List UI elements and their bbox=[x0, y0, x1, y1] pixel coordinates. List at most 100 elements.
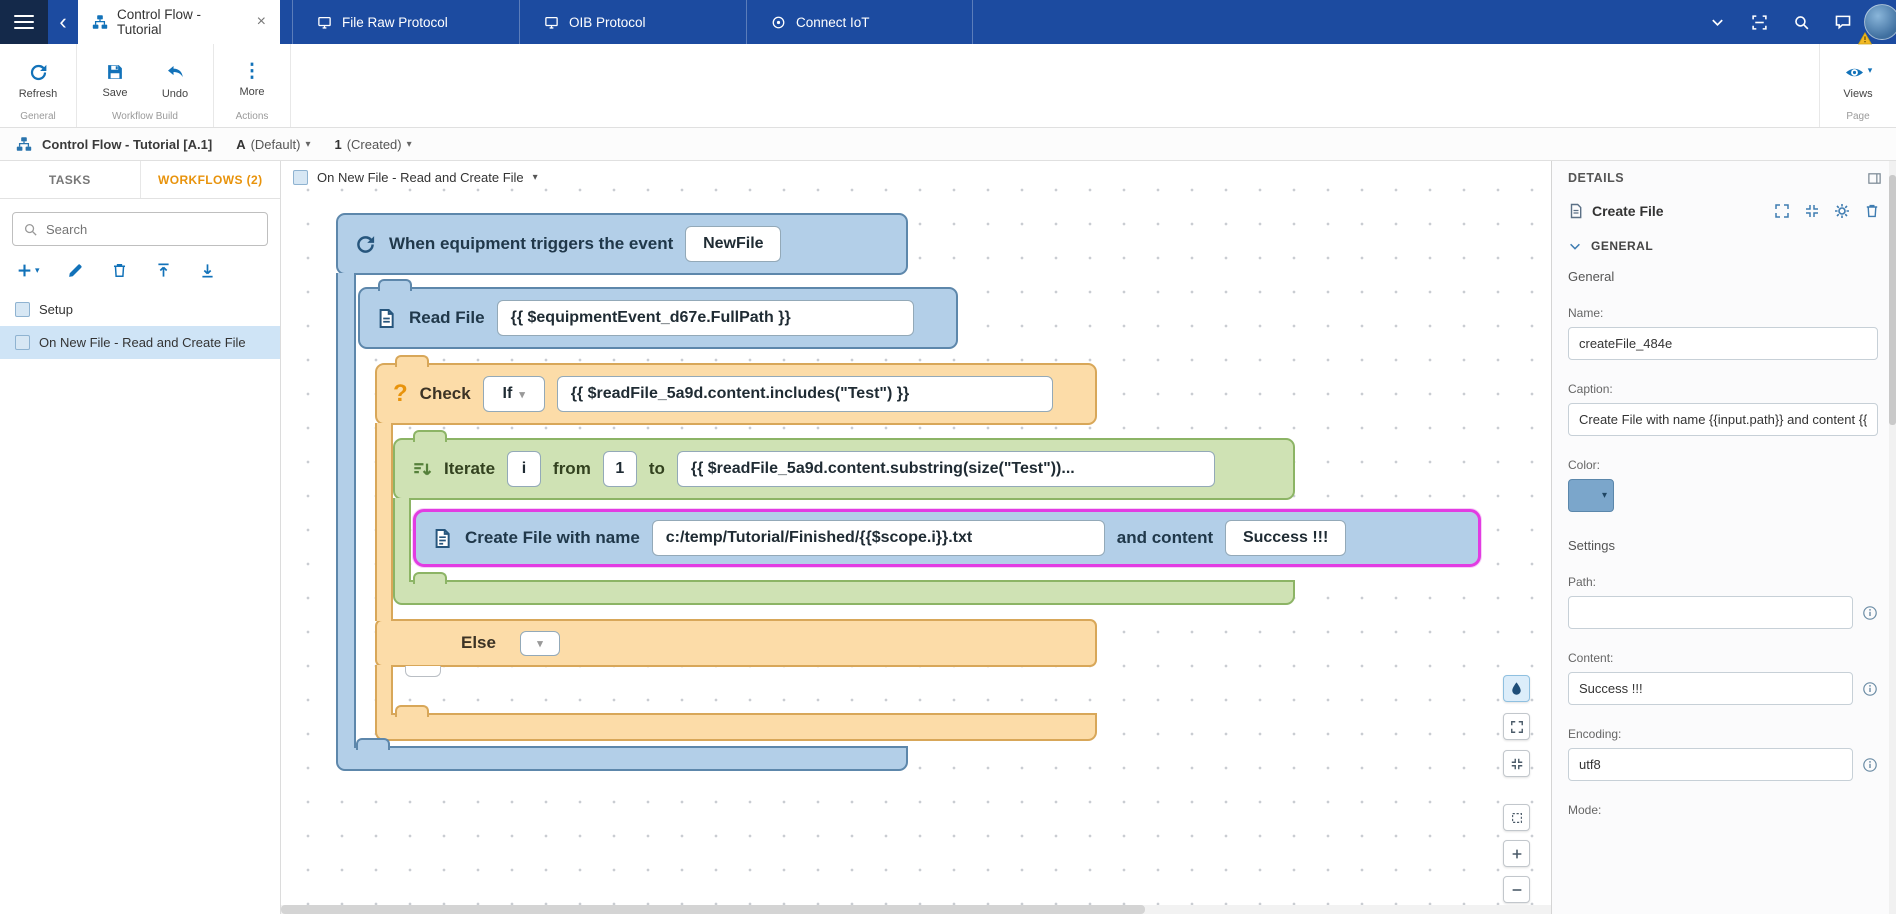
canvas-workflow-selector[interactable]: On New File - Read and Create File ▾ bbox=[293, 170, 538, 185]
dock-panel-icon[interactable] bbox=[1867, 171, 1882, 186]
read-file-path-field[interactable]: {{ $equipmentEvent_d67e.FullPath }} bbox=[497, 300, 914, 336]
check-else-row[interactable]: Else ▾ bbox=[375, 619, 1097, 667]
info-icon[interactable] bbox=[1862, 757, 1878, 773]
chevron-down-icon: ▾ bbox=[537, 637, 543, 650]
color-dropdown[interactable]: ▾ bbox=[1568, 479, 1614, 512]
node-settings-button[interactable] bbox=[1834, 203, 1850, 219]
collapse-icon bbox=[1804, 203, 1820, 219]
delete-workflow-button[interactable] bbox=[111, 262, 128, 279]
page-title: Control Flow - Tutorial [A.1] bbox=[42, 137, 212, 152]
workflow-item-on-new-file[interactable]: On New File - Read and Create File bbox=[0, 326, 280, 359]
tab-tasks[interactable]: TASKS bbox=[0, 161, 140, 198]
canvas-horizontal-scrollbar[interactable] bbox=[281, 905, 1551, 914]
collapse-icon bbox=[1510, 757, 1524, 771]
scrollbar-thumb[interactable] bbox=[1889, 175, 1896, 425]
scrollbar-thumb[interactable] bbox=[281, 905, 1145, 914]
event-name-field[interactable]: NewFile bbox=[685, 226, 781, 262]
content-field[interactable] bbox=[1568, 672, 1853, 705]
iterate-block[interactable]: Iterate i from 1 to {{ $readFile_5a9d.co… bbox=[393, 438, 1295, 500]
settings-subheading: Settings bbox=[1568, 538, 1878, 553]
workflow-thumbnail-icon bbox=[15, 302, 30, 317]
canvas-expand-all-button[interactable] bbox=[1503, 713, 1530, 740]
views-button[interactable]: ▾ Views bbox=[1828, 62, 1888, 100]
section-general-header[interactable]: GENERAL bbox=[1552, 229, 1896, 263]
tab-file-raw-protocol[interactable]: File Raw Protocol bbox=[292, 0, 519, 44]
connector-notch bbox=[378, 279, 412, 291]
scan-button[interactable] bbox=[1738, 0, 1780, 44]
encoding-field[interactable] bbox=[1568, 748, 1853, 781]
back-button[interactable]: ‹ bbox=[48, 0, 78, 44]
iterate-to-field[interactable]: {{ $readFile_5a9d.content.substring(size… bbox=[677, 451, 1215, 487]
section-general-label: GENERAL bbox=[1591, 239, 1653, 253]
caption-field[interactable] bbox=[1568, 403, 1878, 436]
canvas-collapse-all-button[interactable] bbox=[1503, 750, 1530, 777]
info-icon[interactable] bbox=[1862, 681, 1878, 697]
create-file-block[interactable]: Create File with name c:/temp/Tutorial/F… bbox=[413, 509, 1481, 567]
name-field[interactable] bbox=[1568, 327, 1878, 360]
edit-workflow-button[interactable] bbox=[67, 262, 84, 279]
move-up-button[interactable] bbox=[155, 262, 172, 279]
check-block[interactable]: ? Check If ▾ {{ $readFile_5a9d.content.i… bbox=[375, 363, 1097, 425]
info-icon[interactable] bbox=[1862, 605, 1878, 621]
tab-label: File Raw Protocol bbox=[342, 15, 448, 30]
search-input[interactable] bbox=[46, 222, 257, 237]
version-selector[interactable]: A (Default) ▾ bbox=[236, 137, 310, 152]
iterate-from-field[interactable]: 1 bbox=[603, 451, 637, 487]
chevron-down-icon bbox=[1710, 15, 1725, 30]
tab-overflow-button[interactable] bbox=[1696, 0, 1738, 44]
iterate-block-cap[interactable] bbox=[393, 580, 1295, 605]
workflow-canvas[interactable]: On New File - Read and Create File ▾ Whe… bbox=[281, 161, 1551, 914]
encoding-label: Encoding: bbox=[1568, 727, 1878, 741]
breadcrumb: Control Flow - Tutorial [A.1] A (Default… bbox=[0, 128, 1896, 161]
canvas-zoom-in-button[interactable] bbox=[1503, 840, 1530, 867]
tab-connect-iot[interactable]: Connect IoT bbox=[746, 0, 973, 44]
refresh-label: Refresh bbox=[19, 88, 58, 100]
connector-notch bbox=[356, 738, 390, 750]
workflow-item-setup[interactable]: Setup bbox=[0, 293, 280, 326]
node-delete-button[interactable] bbox=[1864, 203, 1880, 219]
add-workflow-button[interactable]: ▾ bbox=[16, 262, 40, 279]
general-subheading: General bbox=[1568, 269, 1878, 284]
canvas-theme-button[interactable] bbox=[1503, 675, 1530, 702]
node-expand-button[interactable] bbox=[1774, 203, 1790, 219]
details-vertical-scrollbar[interactable] bbox=[1889, 161, 1896, 914]
group-label-general: General bbox=[8, 111, 68, 125]
toolbar-group-general: Refresh General bbox=[0, 44, 77, 127]
revision-selector[interactable]: 1 (Created) ▾ bbox=[334, 137, 411, 152]
chevron-down-icon: ▾ bbox=[1602, 490, 1607, 501]
question-mark-icon: ? bbox=[393, 380, 408, 408]
check-block-cap[interactable] bbox=[375, 713, 1097, 741]
tab-control-flow-tutorial[interactable]: Control Flow - Tutorial × bbox=[78, 0, 280, 44]
path-field[interactable] bbox=[1568, 596, 1853, 629]
create-file-content-field[interactable]: Success !!! bbox=[1225, 520, 1346, 556]
check-operator-dropdown[interactable]: If ▾ bbox=[483, 376, 545, 412]
check-condition-field[interactable]: {{ $readFile_5a9d.content.includes("Test… bbox=[557, 376, 1053, 412]
more-button[interactable]: ⋮ More bbox=[222, 63, 282, 98]
save-button[interactable]: Save bbox=[85, 62, 145, 99]
sidebar-search[interactable] bbox=[12, 212, 268, 246]
node-collapse-button[interactable] bbox=[1804, 203, 1820, 219]
group-label-workflow-build: Workflow Build bbox=[85, 111, 205, 125]
read-file-icon bbox=[376, 308, 397, 329]
create-file-path-field[interactable]: c:/temp/Tutorial/Finished/{{$scope.i}}.t… bbox=[652, 520, 1105, 556]
undo-button[interactable]: Undo bbox=[145, 62, 205, 100]
hamburger-menu-button[interactable] bbox=[0, 0, 48, 44]
tab-oib-protocol[interactable]: OIB Protocol bbox=[519, 0, 746, 44]
connector-notch bbox=[395, 705, 429, 717]
hamburger-icon bbox=[14, 11, 34, 33]
else-operator-dropdown[interactable]: ▾ bbox=[520, 631, 560, 656]
read-file-block[interactable]: Read File {{ $equipmentEvent_d67e.FullPa… bbox=[358, 287, 958, 349]
move-down-button[interactable] bbox=[199, 262, 216, 279]
canvas-fit-view-button[interactable] bbox=[1503, 804, 1530, 831]
event-block-cap[interactable] bbox=[336, 746, 908, 771]
connector-notch bbox=[395, 355, 429, 367]
canvas-zoom-out-button[interactable] bbox=[1503, 876, 1530, 903]
event-trigger-block[interactable]: When equipment triggers the event NewFil… bbox=[336, 213, 908, 275]
iterate-variable-field[interactable]: i bbox=[507, 451, 541, 487]
tab-workflows[interactable]: WORKFLOWS (2) bbox=[140, 161, 281, 198]
user-menu[interactable] bbox=[1864, 0, 1896, 44]
search-button[interactable] bbox=[1780, 0, 1822, 44]
close-tab-icon[interactable]: × bbox=[257, 13, 266, 31]
refresh-button[interactable]: Refresh bbox=[8, 62, 68, 100]
check-block-label: Check bbox=[420, 384, 471, 404]
